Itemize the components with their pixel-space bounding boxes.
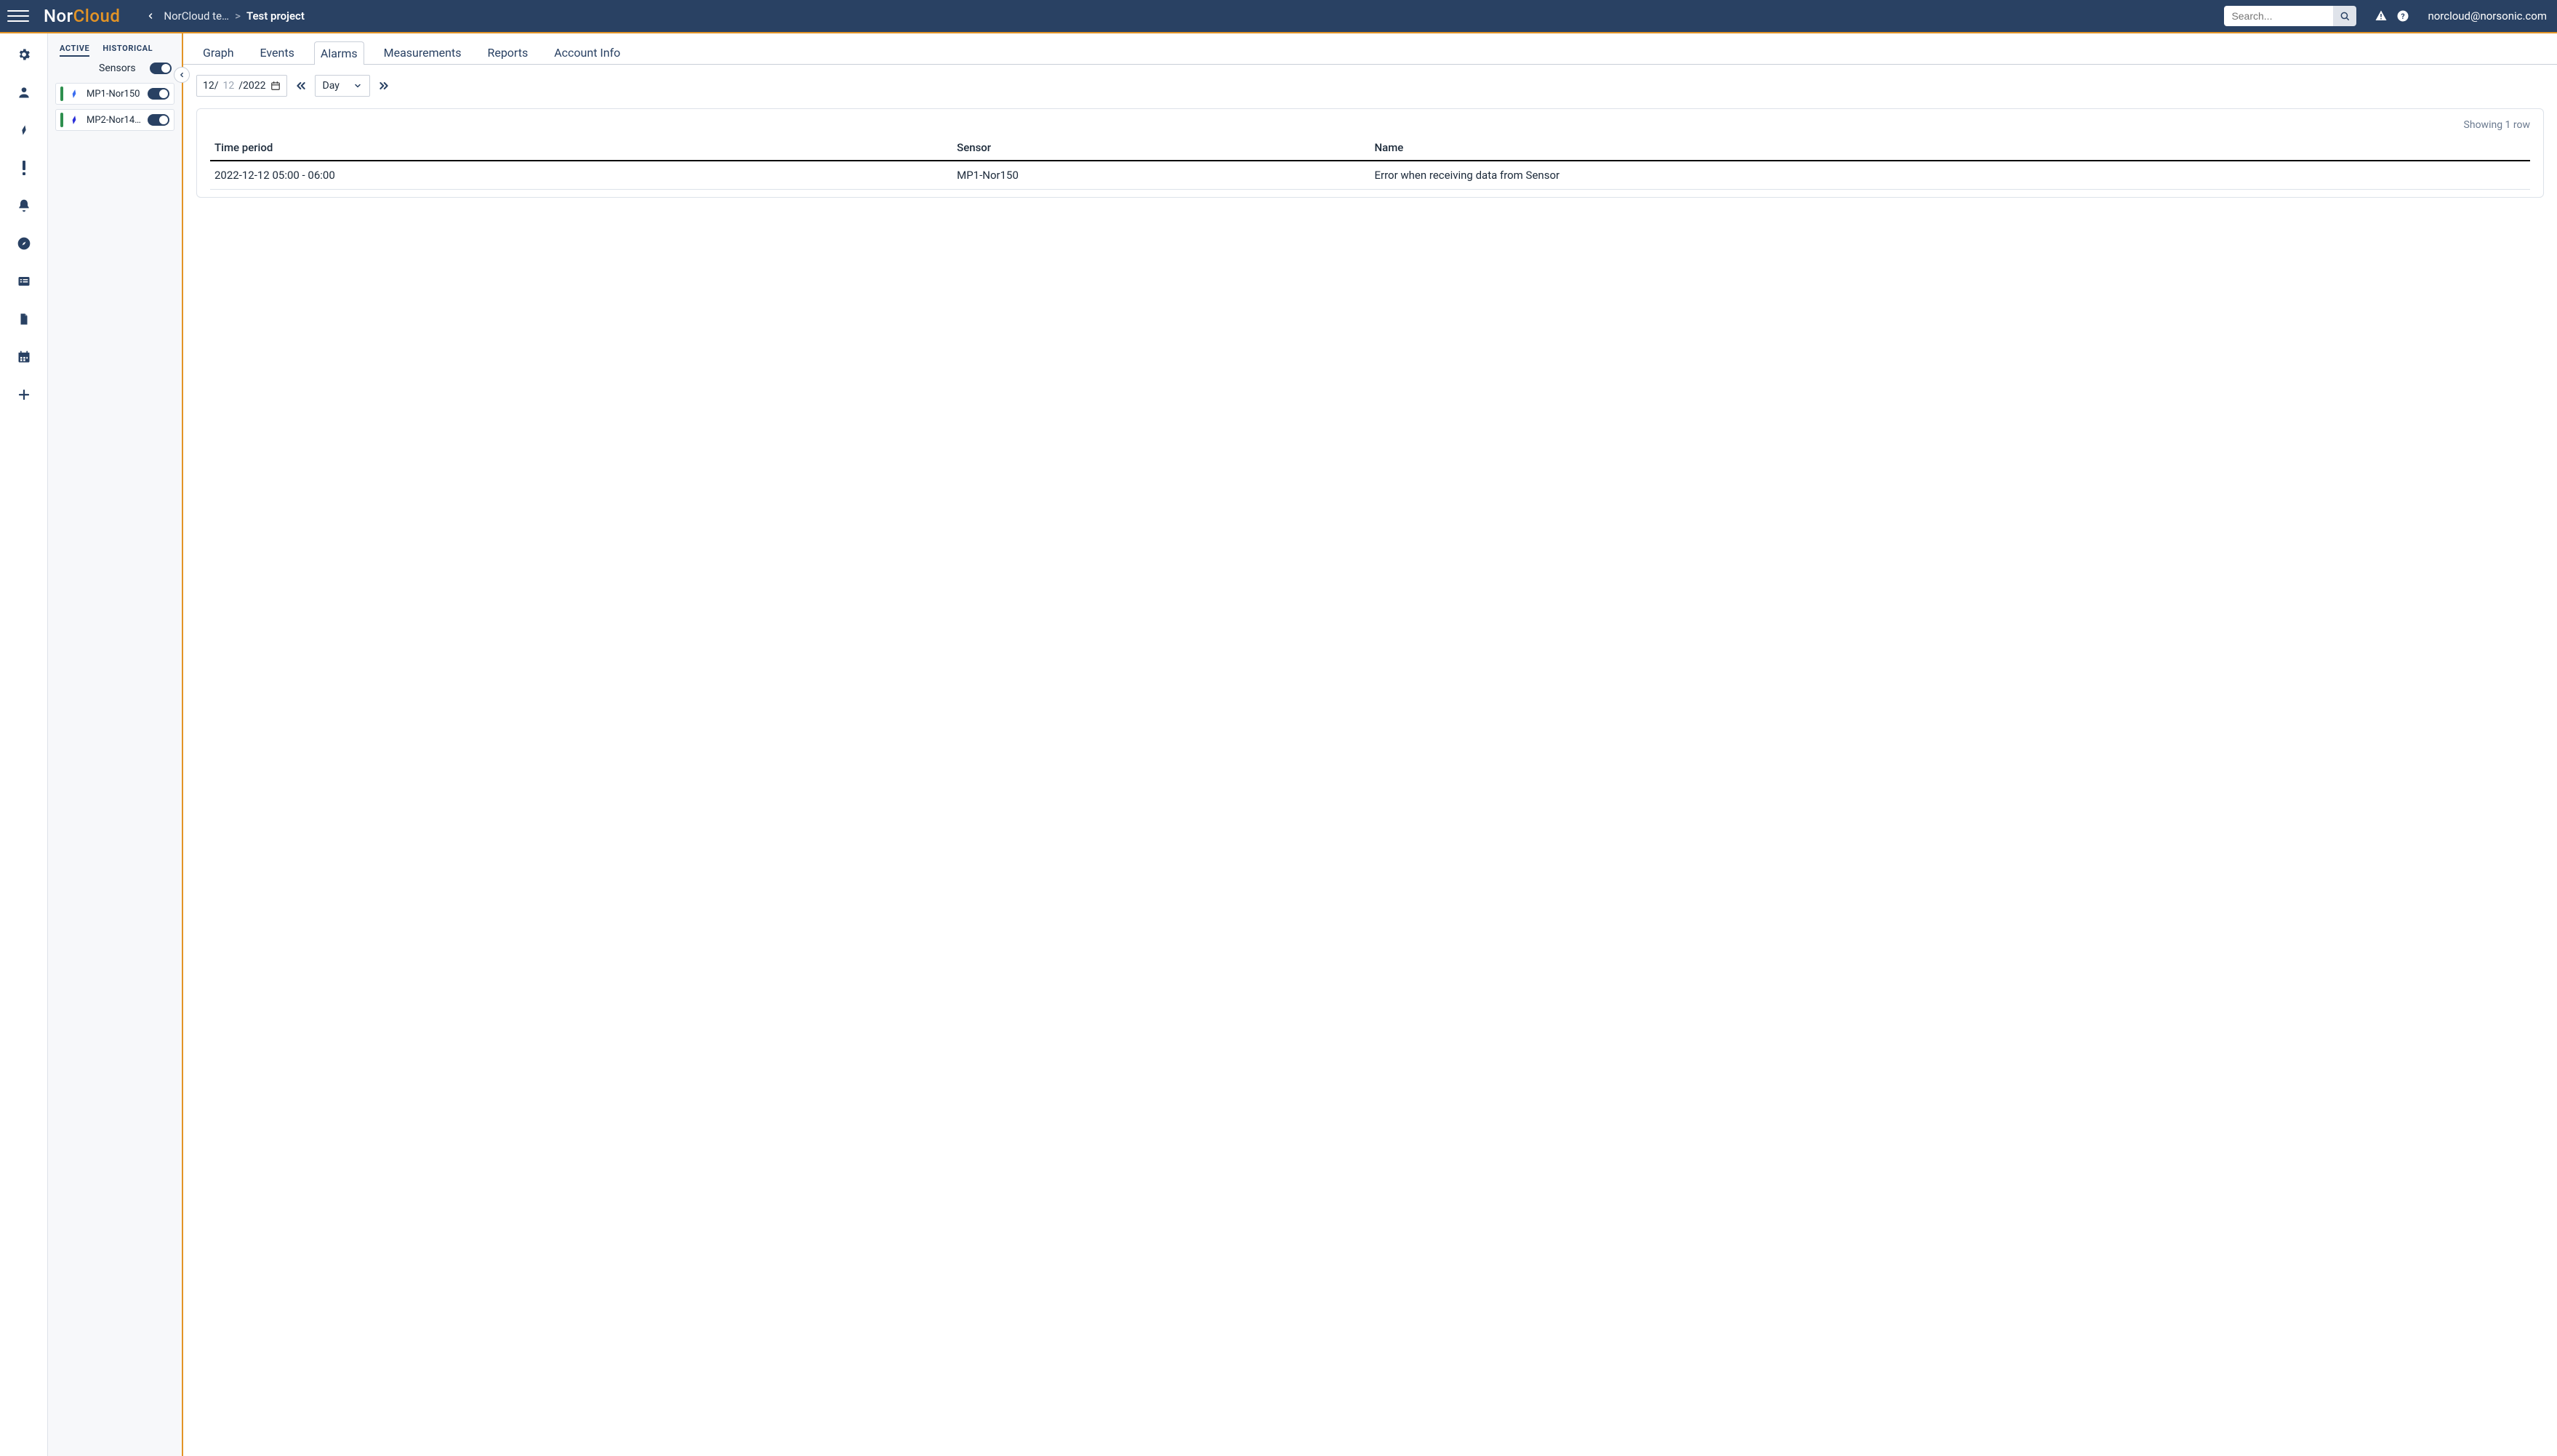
alarms-table: Time period Sensor Name 2022-12-12 05:00… bbox=[210, 135, 2530, 190]
search-button[interactable] bbox=[2333, 6, 2356, 26]
help-icon[interactable]: ? bbox=[2396, 9, 2410, 23]
col-name[interactable]: Name bbox=[1370, 135, 2530, 161]
nav-file-icon[interactable] bbox=[16, 311, 32, 327]
chevron-down-icon bbox=[353, 81, 362, 90]
date-picker[interactable]: 12/12/2022 bbox=[196, 75, 287, 97]
side-tab-active[interactable]: ACTIVE bbox=[60, 44, 89, 57]
nav-exclaim-icon[interactable] bbox=[16, 160, 32, 176]
sensor-label: MP2-Nor145-TIP bbox=[87, 115, 142, 126]
date-value-prefix: 12/ bbox=[203, 80, 219, 92]
collapse-panel-button[interactable] bbox=[174, 67, 190, 83]
sensor-row[interactable]: MP2-Nor145-TIP bbox=[55, 109, 174, 131]
sensors-label: Sensors bbox=[99, 63, 136, 74]
cell-time: 2022-12-12 05:00 - 06:00 bbox=[210, 161, 952, 190]
filters-row: 12/12/2022 Day bbox=[183, 65, 2557, 104]
sensors-header: Sensors bbox=[55, 58, 174, 79]
sensor-toggle[interactable] bbox=[148, 88, 169, 100]
date-prev-button[interactable] bbox=[294, 80, 308, 92]
date-value-suffix: /2022 bbox=[238, 80, 265, 92]
logo-part1: Nor bbox=[44, 6, 73, 26]
chevrons-left-icon bbox=[294, 80, 308, 92]
alert-icon[interactable] bbox=[2374, 9, 2388, 23]
range-label: Day bbox=[323, 80, 340, 92]
breadcrumb-parent[interactable]: NorCloud te… bbox=[164, 9, 229, 23]
cell-sensor: MP1-Nor150 bbox=[952, 161, 1370, 190]
nav-sensor-icon[interactable] bbox=[16, 122, 32, 138]
sensor-toggle[interactable] bbox=[148, 114, 169, 126]
sensor-color-mark bbox=[60, 87, 63, 101]
app-logo[interactable]: NorCloud bbox=[44, 6, 120, 26]
svg-text:?: ? bbox=[2401, 12, 2405, 21]
tab-measurements[interactable]: Measurements bbox=[377, 41, 468, 64]
nav-compass-icon[interactable] bbox=[16, 236, 32, 252]
nav-settings-icon[interactable] bbox=[16, 47, 32, 63]
date-next-button[interactable] bbox=[377, 80, 390, 92]
tab-graph[interactable]: Graph bbox=[196, 41, 241, 64]
nav-calendar-icon[interactable] bbox=[16, 349, 32, 365]
main: Graph Events Alarms Measurements Reports… bbox=[183, 33, 2557, 1456]
breadcrumb-back-icon[interactable] bbox=[143, 9, 158, 23]
sensor-icon bbox=[69, 114, 81, 126]
logo-part2: Cloud bbox=[73, 6, 121, 26]
calendar-icon bbox=[270, 81, 281, 91]
side-panel: ACTIVE HISTORICAL Sensors MP1-Nor150 bbox=[48, 33, 183, 1456]
breadcrumb: NorCloud te… > Test project bbox=[143, 9, 304, 23]
main-tabs: Graph Events Alarms Measurements Reports… bbox=[183, 33, 2557, 65]
tab-account-info[interactable]: Account Info bbox=[547, 41, 627, 64]
breadcrumb-current[interactable]: Test project bbox=[246, 9, 305, 23]
sensor-icon bbox=[69, 88, 81, 100]
search-icon bbox=[2340, 11, 2350, 21]
sensor-label: MP1-Nor150 bbox=[87, 89, 142, 100]
sensors-master-toggle[interactable] bbox=[150, 63, 172, 74]
sensor-color-mark bbox=[60, 113, 63, 127]
side-tabs: ACTIVE HISTORICAL bbox=[55, 39, 174, 58]
chevron-left-icon bbox=[178, 71, 185, 79]
side-tab-historical[interactable]: HISTORICAL bbox=[103, 44, 153, 57]
nav-list-icon[interactable] bbox=[16, 273, 32, 289]
user-menu[interactable]: norcloud@norsonic.com bbox=[2428, 9, 2547, 23]
menu-toggle-button[interactable] bbox=[7, 5, 29, 27]
nav-user-icon[interactable] bbox=[16, 84, 32, 100]
search-input[interactable] bbox=[2224, 6, 2333, 26]
nav-add-icon[interactable] bbox=[16, 387, 32, 403]
tab-alarms[interactable]: Alarms bbox=[314, 41, 364, 65]
breadcrumb-separator: > bbox=[235, 9, 241, 23]
alarms-card: Showing 1 row Time period Sensor Name 20… bbox=[196, 108, 2544, 198]
cell-name: Error when receiving data from Sensor bbox=[1370, 161, 2530, 190]
table-row[interactable]: 2022-12-12 05:00 - 06:00 MP1-Nor150 Erro… bbox=[210, 161, 2530, 190]
range-select[interactable]: Day bbox=[315, 75, 370, 97]
date-value-mid: 12 bbox=[223, 80, 235, 92]
row-summary: Showing 1 row bbox=[210, 119, 2530, 131]
tab-reports[interactable]: Reports bbox=[481, 41, 534, 64]
nav-bell-icon[interactable] bbox=[16, 198, 32, 214]
col-time-period[interactable]: Time period bbox=[210, 135, 952, 161]
search bbox=[2224, 6, 2356, 26]
sensor-row[interactable]: MP1-Nor150 bbox=[55, 83, 174, 105]
tab-events[interactable]: Events bbox=[254, 41, 301, 64]
col-sensor[interactable]: Sensor bbox=[952, 135, 1370, 161]
topbar: NorCloud NorCloud te… > Test project ? n bbox=[0, 0, 2557, 33]
icon-rail bbox=[0, 33, 48, 1456]
chevrons-right-icon bbox=[377, 80, 390, 92]
